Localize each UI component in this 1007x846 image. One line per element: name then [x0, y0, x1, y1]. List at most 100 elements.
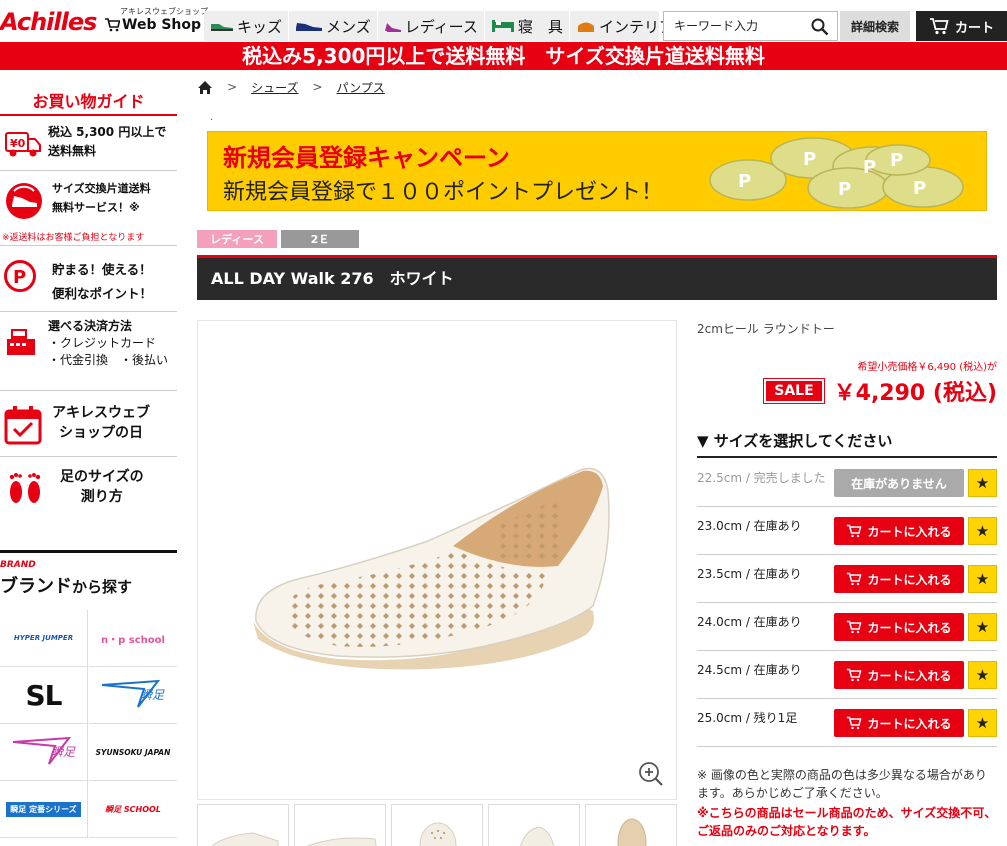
brand-syunsoku-pink[interactable]: 瞬足 — [0, 724, 88, 781]
mens-shoe-icon — [296, 23, 323, 31]
brand-hyper-jumper[interactable]: HYPER JUMPER — [0, 610, 88, 667]
point-icon: P — [4, 260, 36, 292]
add-to-cart-label: カートに入れる — [867, 668, 952, 683]
tag-ladies[interactable]: レディース — [197, 230, 277, 248]
bed-icon — [491, 20, 514, 32]
brand-syunsoku-school[interactable]: 瞬足 SCHOOL — [89, 781, 177, 838]
syunsoku-wing-icon: 瞬足 — [101, 679, 165, 708]
add-to-cart-button[interactable]: カートに入れる — [834, 613, 964, 641]
favorite-star-button[interactable]: ★ — [968, 469, 997, 497]
star-icon: ★ — [975, 570, 990, 588]
add-to-cart-label: カートに入れる — [867, 716, 952, 731]
thumbnail[interactable] — [294, 804, 386, 846]
category-kids-label: キッズ — [237, 17, 283, 36]
payment-line3: ・代金引換 ・後払い — [48, 353, 169, 367]
price-row: SALE ￥4,290 (税込) — [747, 375, 997, 407]
add-to-cart-label: カートに入れる — [867, 524, 952, 539]
size-row: 25.0cm / 残り1足 カートに入れる ★ — [697, 699, 997, 747]
shoe-exchange-icon — [6, 183, 42, 219]
guide-size-exchange[interactable]: サイズ交換片道送料 無料サービス！※ ※返送料はお客様ご負担となります — [0, 171, 177, 246]
favorite-star-button[interactable]: ★ — [968, 709, 997, 737]
favorite-star-button[interactable]: ★ — [968, 613, 997, 641]
guide-free-shipping[interactable]: ¥0 税込 5,300 円以上で 送料無料 — [0, 117, 177, 171]
guide-title: お買い物ガイド — [32, 92, 145, 111]
point-coins-icon: PP P P PP — [709, 137, 964, 209]
brand-en-label: BRAND — [0, 560, 36, 570]
guide-foot-size[interactable]: 足のサイズの 測り方 — [0, 457, 177, 517]
thumbnail[interactable] — [488, 804, 580, 846]
cart-icon — [847, 524, 862, 538]
webshop-logo[interactable]: アキレスウェブショップ Web Shop — [104, 6, 208, 38]
guide-points[interactable]: P 貯まる！使える！ 便利なポイント！ — [0, 246, 177, 312]
cart-icon — [847, 716, 862, 730]
free-shipping-line2: 送料無料 — [48, 144, 97, 158]
thumbnail[interactable] — [391, 804, 483, 846]
favorite-star-button[interactable]: ★ — [968, 661, 997, 689]
foot-size-line2: 測り方 — [80, 489, 123, 505]
breadcrumb-shoes[interactable]: シューズ — [251, 79, 298, 96]
star-icon: ★ — [975, 714, 990, 732]
star-icon: ★ — [975, 618, 990, 636]
shop-day-line2: ショップの日 — [59, 425, 143, 441]
brand-syunsoku-blue[interactable]: 瞬足 — [89, 667, 177, 724]
add-to-cart-button[interactable]: カートに入れる — [834, 517, 964, 545]
category-bedding[interactable]: 寝 具 — [485, 11, 570, 41]
add-to-cart-button[interactable]: カートに入れる — [834, 661, 964, 689]
brand-sl[interactable]: SL — [0, 667, 88, 724]
thumbnail[interactable] — [585, 804, 677, 846]
size-label: 25.0cm / 残り1足 — [697, 711, 798, 725]
search-icon[interactable] — [811, 18, 829, 36]
payment-line1: 選べる決済方法 — [48, 319, 133, 333]
add-to-cart-button[interactable]: カートに入れる — [834, 565, 964, 593]
svg-text:¥0: ¥0 — [10, 137, 26, 150]
breadcrumb: > シューズ > パンプス — [197, 78, 385, 96]
add-to-cart-label: カートに入れる — [867, 620, 952, 635]
guide-payment[interactable]: 選べる決済方法 ・クレジットカード ・代金引換 ・後払い — [0, 312, 177, 391]
thumbnail-shoe-image — [306, 837, 377, 846]
favorite-star-button[interactable]: ★ — [968, 517, 997, 545]
webshop-subtitle: アキレスウェブショップ — [120, 7, 208, 16]
brand-syunsoku-japan[interactable]: SYUNSOKU JAPAN — [89, 724, 177, 781]
thumbnail-shoe-image — [212, 832, 279, 846]
thumbnail[interactable] — [197, 804, 289, 846]
cart-button[interactable]: カート — [916, 11, 1007, 41]
product-main-image[interactable] — [197, 320, 677, 800]
exchange-note: ※返送料はお客様ご負担となります — [2, 233, 145, 243]
size-label: 24.0cm / 在庫あり — [697, 615, 802, 629]
zoom-in-icon[interactable] — [638, 761, 664, 787]
size-label: 23.5cm / 在庫あり — [697, 567, 802, 581]
svg-text:P: P — [738, 171, 751, 192]
campaign-subtitle: 新規会員登録で１００ポイントプレゼント！ — [223, 180, 664, 205]
advanced-search-button[interactable]: 詳細検索 — [840, 11, 910, 41]
favorite-star-button[interactable]: ★ — [968, 565, 997, 593]
campaign-banner[interactable]: 新規会員登録キャンペーン 新規会員登録で１００ポイントプレゼント！ PPP PP… — [207, 131, 987, 211]
size-row: 23.0cm / 在庫あり カートに入れる ★ — [697, 507, 997, 555]
thumbnail-shoe-image — [519, 826, 555, 846]
brand-sl-logo: SL — [25, 678, 62, 712]
add-to-cart-button[interactable]: カートに入れる — [834, 709, 964, 737]
achilles-logo[interactable]: Achilles — [0, 6, 100, 38]
search-input[interactable] — [664, 12, 809, 40]
category-mens[interactable]: メンズ — [289, 11, 378, 41]
guide-divider — [0, 114, 177, 116]
tag-width[interactable]: 2Ｅ — [281, 230, 359, 248]
logo-text: Achilles — [0, 8, 97, 36]
brand-syunsoku-blue-logo: 瞬足 — [140, 688, 165, 702]
category-ladies[interactable]: レディース — [378, 11, 485, 41]
shop-day-line1: アキレスウェブ — [52, 405, 150, 421]
brand-np-school[interactable]: n・p school — [89, 610, 177, 667]
cart-label: カート — [954, 20, 994, 36]
svg-text:P: P — [913, 178, 926, 199]
webshop-title: Web Shop — [104, 17, 201, 33]
svg-text:P: P — [863, 157, 876, 178]
home-icon[interactable] — [197, 80, 213, 95]
category-kids[interactable]: キッズ — [204, 11, 290, 41]
product-tags: レディース 2Ｅ — [197, 230, 359, 248]
size-row: 23.5cm / 在庫あり カートに入れる ★ — [697, 555, 997, 603]
category-bedding-label: 寝 具 — [517, 17, 563, 36]
guide-shop-day[interactable]: アキレスウェブ ショップの日 — [0, 391, 177, 457]
brand-syunsoku-standard[interactable]: 瞬足 定番シリーズ — [0, 781, 88, 838]
kids-shoe-icon — [211, 24, 233, 31]
shipping-banner[interactable]: 税込み5,300円以上で送料無料 サイズ交換片道送料無料 — [0, 42, 1007, 70]
breadcrumb-pumps[interactable]: パンプス — [337, 79, 385, 96]
